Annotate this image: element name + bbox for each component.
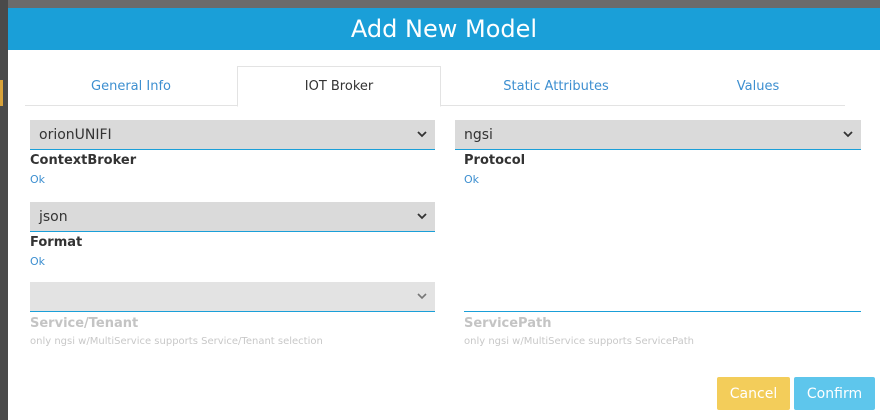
service-path-hint: only ngsi w/MultiService supports Servic…	[464, 336, 695, 347]
add-model-modal: Add New Model General Info IOT Broker St…	[8, 8, 880, 420]
format-label: Format	[30, 235, 83, 250]
service-tenant-select[interactable]	[30, 282, 435, 312]
tab-bar: General Info IOT Broker Static Attribute…	[25, 66, 845, 107]
chevron-down-icon	[415, 289, 429, 303]
protocol-status: Ok	[464, 173, 480, 186]
service-path-label: ServicePath	[464, 316, 552, 331]
service-path-input[interactable]	[464, 282, 861, 312]
chevron-down-icon	[415, 209, 429, 223]
context-broker-select[interactable]: orionUNIFI	[30, 120, 435, 150]
service-tenant-hint: only ngsi w/MultiService supports Servic…	[30, 336, 323, 347]
tab-static-attributes[interactable]: Static Attributes	[441, 66, 671, 106]
tab-general-info[interactable]: General Info	[25, 66, 237, 106]
protocol-select[interactable]: ngsi	[455, 120, 861, 150]
tab-iot-broker[interactable]: IOT Broker	[237, 66, 441, 107]
confirm-button[interactable]: Confirm	[794, 377, 875, 410]
chevron-down-icon	[415, 127, 429, 141]
format-select[interactable]: json	[30, 202, 435, 232]
page-backdrop-top	[0, 0, 880, 8]
format-status: Ok	[30, 255, 46, 268]
service-tenant-label: Service/Tenant	[30, 316, 139, 331]
page-backdrop-left	[0, 0, 8, 420]
tab-values[interactable]: Values	[671, 66, 845, 106]
cancel-button[interactable]: Cancel	[717, 377, 790, 410]
context-broker-label: ContextBroker	[30, 153, 137, 168]
modal-header: Add New Model	[8, 8, 880, 50]
format-value: json	[39, 208, 68, 225]
context-broker-value: orionUNIFI	[39, 126, 112, 143]
modal-title: Add New Model	[350, 15, 538, 43]
context-broker-status: Ok	[30, 173, 46, 186]
chevron-down-icon	[841, 127, 855, 141]
protocol-value: ngsi	[464, 126, 493, 143]
protocol-label: Protocol	[464, 153, 526, 168]
backdrop-accent	[0, 80, 3, 106]
